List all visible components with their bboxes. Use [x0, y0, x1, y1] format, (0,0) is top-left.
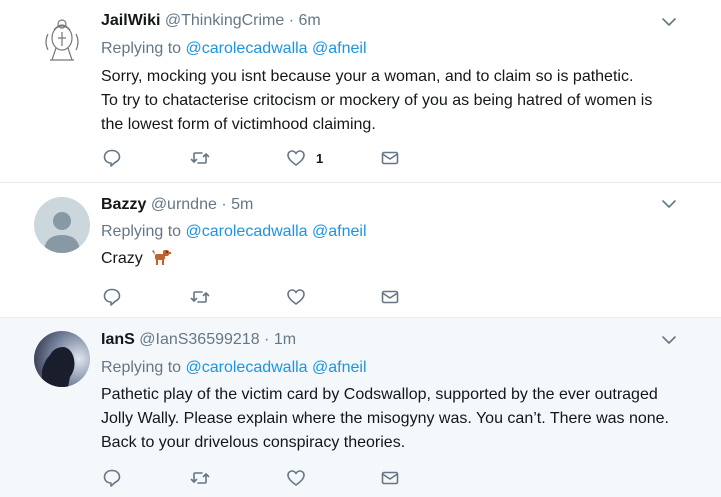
like-button[interactable]: 1 — [285, 147, 323, 169]
user-handle[interactable]: @IanS36599218 — [139, 331, 259, 348]
timestamp[interactable]: 1m — [274, 331, 296, 348]
tweet-text-line: Back to your drivelous conspiracy theori… — [101, 434, 406, 451]
tweet-text-line: Sorry, mocking you isnt because your a w… — [101, 68, 634, 85]
replying-label: Replying to — [101, 40, 182, 57]
envelope-icon — [381, 151, 399, 165]
silhouette-photo-icon — [34, 331, 90, 387]
retweet-icon — [190, 472, 210, 484]
direct-message-button[interactable] — [379, 467, 401, 489]
heart-icon — [287, 470, 305, 486]
direct-message-button[interactable] — [379, 286, 401, 308]
retweet-icon — [190, 152, 210, 164]
separator: · — [221, 196, 227, 213]
replying-to: Replying to @carolecadwalla @afneil — [101, 223, 367, 241]
mention-link[interactable]: @carolecadwalla — [186, 40, 308, 57]
reply-icon — [103, 149, 121, 167]
tweet-text-line: To try to chatacterise critocism or mock… — [101, 92, 653, 109]
tweet-header: IanS @IanS36599218 · 1m — [101, 331, 296, 349]
retweet-button[interactable] — [189, 147, 211, 169]
tweet-text-line: Crazy — [101, 247, 691, 271]
display-name[interactable]: JailWiki — [101, 12, 160, 29]
dog-emoji — [152, 250, 172, 265]
chevron-down-icon[interactable] — [661, 334, 677, 346]
timestamp[interactable]: 6m — [299, 12, 321, 29]
heart-icon — [287, 289, 305, 305]
envelope-icon — [381, 471, 399, 485]
envelope-icon — [381, 290, 399, 304]
tweet-actions: 1 — [101, 147, 421, 169]
tweet[interactable]: JailWiki @ThinkingCrime · 6m Replying to… — [0, 0, 721, 182]
crest-icon — [34, 12, 90, 68]
tweet-text: Pathetic play of the victim card by Cods… — [101, 383, 691, 455]
tweet-actions — [101, 286, 421, 308]
reply-button[interactable] — [101, 286, 123, 308]
retweet-button[interactable] — [189, 467, 211, 489]
avatar[interactable] — [34, 197, 90, 253]
like-button[interactable] — [285, 467, 307, 489]
mention-link[interactable]: @afneil — [312, 359, 367, 376]
retweet-button[interactable] — [189, 286, 211, 308]
tweet-header: JailWiki @ThinkingCrime · 6m — [101, 12, 321, 30]
tweet-text-line: the lowest form of victimhood claiming. — [101, 116, 376, 133]
user-handle[interactable]: @urndne — [151, 196, 217, 213]
mention-link[interactable]: @afneil — [312, 40, 367, 57]
display-name[interactable]: Bazzy — [101, 196, 146, 213]
mention-link[interactable]: @carolecadwalla — [186, 223, 308, 240]
replying-label: Replying to — [101, 223, 182, 240]
timestamp[interactable]: 5m — [231, 196, 253, 213]
chevron-down-icon[interactable] — [661, 16, 677, 28]
reply-button[interactable] — [101, 147, 123, 169]
reply-icon — [103, 469, 121, 487]
chevron-down-icon[interactable] — [661, 198, 677, 210]
reply-icon — [103, 288, 121, 306]
tweet[interactable]: IanS @IanS36599218 · 1m Replying to @car… — [0, 317, 721, 497]
default-profile-icon — [34, 197, 90, 253]
tweet-text-line: Jolly Wally. Please explain where the mi… — [101, 410, 669, 427]
tweet-text-line: Pathetic play of the victim card by Cods… — [101, 386, 658, 403]
mention-link[interactable]: @afneil — [312, 223, 367, 240]
like-count: 1 — [316, 150, 324, 166]
replying-to: Replying to @carolecadwalla @afneil — [101, 40, 367, 58]
tweet[interactable]: Bazzy @urndne · 5m Replying to @caroleca… — [0, 182, 721, 317]
replying-to: Replying to @carolecadwalla @afneil — [101, 359, 367, 377]
direct-message-button[interactable] — [379, 147, 401, 169]
separator: · — [264, 331, 270, 348]
mention-link[interactable]: @carolecadwalla — [186, 359, 308, 376]
display-name[interactable]: IanS — [101, 331, 135, 348]
replying-label: Replying to — [101, 359, 182, 376]
avatar[interactable] — [34, 12, 90, 68]
tweet-header: Bazzy @urndne · 5m — [101, 196, 253, 214]
retweet-icon — [190, 291, 210, 303]
like-button[interactable] — [285, 286, 307, 308]
tweet-text: Sorry, mocking you isnt because your a w… — [101, 65, 691, 137]
avatar[interactable] — [34, 331, 90, 387]
tweet-actions — [101, 467, 421, 489]
separator: · — [288, 12, 295, 29]
heart-icon — [287, 150, 305, 166]
reply-button[interactable] — [101, 467, 123, 489]
user-handle[interactable]: @ThinkingCrime — [165, 12, 284, 29]
tweet-text-word: Crazy — [101, 250, 143, 267]
tweet-text: Crazy — [101, 247, 691, 271]
